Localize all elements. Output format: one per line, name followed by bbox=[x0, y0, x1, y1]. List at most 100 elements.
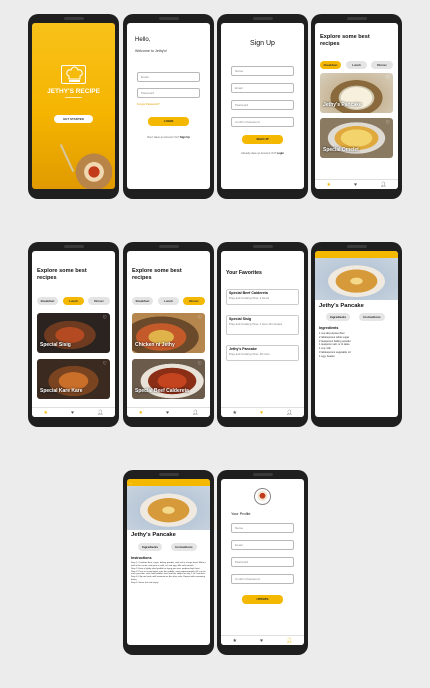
recipe-card-sisig[interactable]: ♡ Special Sisig bbox=[37, 313, 110, 353]
heart-icon[interactable]: ♥ bbox=[260, 410, 263, 416]
phone-notch bbox=[252, 17, 273, 20]
star-icon[interactable]: ★ bbox=[44, 410, 48, 416]
recipe-card-pancake[interactable]: ♡ Jethy's Pancake bbox=[320, 73, 393, 113]
person-icon[interactable]: 👤︎ bbox=[192, 410, 198, 416]
avatar-logo-icon bbox=[254, 488, 271, 505]
password-field[interactable]: Password bbox=[231, 557, 294, 567]
tab-instructions[interactable]: Instructions bbox=[171, 543, 197, 551]
email-field[interactable]: Email bbox=[231, 540, 294, 550]
heart-icon[interactable]: ♡ bbox=[198, 361, 202, 367]
star-icon[interactable]: ★ bbox=[233, 410, 237, 416]
filter-breakfast[interactable]: Breakfast bbox=[37, 297, 58, 305]
star-icon[interactable]: ★ bbox=[139, 410, 143, 416]
phone-explore-lunch: Explore some best recipes Breakfast Lunc… bbox=[28, 242, 119, 427]
get-started-button[interactable]: GET STARTED bbox=[54, 115, 93, 123]
filter-dinner[interactable]: Dinner bbox=[183, 297, 205, 305]
phone-notch bbox=[63, 245, 84, 248]
name-field[interactable]: Name bbox=[231, 523, 294, 533]
phone-signup: Sign Up Name Email Password Confirm Pass… bbox=[217, 14, 308, 199]
bottom-nav: ★ ♥ 👤︎ bbox=[221, 407, 304, 417]
login-screen: Hello, Welcome to Jethy's! Email Passwor… bbox=[127, 23, 210, 189]
filter-lunch[interactable]: Lunch bbox=[158, 297, 179, 305]
favorite-name: Jethy's Pancake bbox=[229, 347, 257, 351]
person-icon[interactable]: 👤︎ bbox=[286, 410, 292, 416]
heart-icon[interactable]: ♥ bbox=[71, 410, 74, 416]
name-field[interactable]: Name bbox=[231, 66, 294, 76]
splash-title: JETHY'S RECIPE bbox=[47, 88, 100, 95]
favorite-detail: Prep and Cooking Time: 2 hours bbox=[229, 296, 270, 300]
recipe-card-caldereta[interactable]: ♡ Special Beef Caldereta bbox=[132, 359, 205, 399]
email-field[interactable]: Email bbox=[231, 83, 294, 93]
recipe-ingredients-screen: Jethy's Pancake Ingredients Instructions… bbox=[315, 251, 398, 417]
recipe-card-chicken[interactable]: ♡ Chicken ni Jethy bbox=[132, 313, 205, 353]
ingredients-heading: Ingredients bbox=[319, 326, 339, 330]
favorite-item[interactable]: Jethy's Pancake Prep and Cooking Time: 3… bbox=[226, 345, 299, 361]
heart-icon[interactable]: ♡ bbox=[386, 120, 390, 126]
heart-icon[interactable]: ♥ bbox=[260, 638, 263, 644]
email-field[interactable]: Email bbox=[137, 72, 200, 82]
phone-profile: Your Profile Name Email Password Confirm… bbox=[217, 470, 308, 655]
person-icon[interactable]: 👤︎ bbox=[286, 638, 292, 644]
phone-recipe-instructions: ← Jethy's Pancake Ingredients Instructio… bbox=[123, 470, 214, 655]
password-field[interactable]: Password bbox=[137, 88, 200, 98]
explore-breakfast-screen: Explore some best recipes Breakfast Lunc… bbox=[315, 23, 398, 189]
phone-favorites: Your Favorites Special Beef Caldereta Pr… bbox=[217, 242, 308, 427]
no-account-label: Don't Have an Account Yet? bbox=[147, 136, 180, 139]
forgot-password-link[interactable]: Forgot Password? bbox=[137, 102, 160, 106]
welcome-text: Welcome to Jethy's! bbox=[135, 49, 167, 53]
phone-notch bbox=[158, 245, 179, 248]
recipe-instructions-screen: ← Jethy's Pancake Ingredients Instructio… bbox=[127, 479, 210, 645]
filter-breakfast[interactable]: Breakfast bbox=[132, 297, 153, 305]
person-icon[interactable]: 👤︎ bbox=[380, 182, 386, 188]
filter-lunch[interactable]: Lunch bbox=[63, 297, 84, 305]
filter-dinner[interactable]: Dinner bbox=[88, 297, 110, 305]
phone-explore-dinner: Explore some best recipes Breakfast Lunc… bbox=[123, 242, 214, 427]
favorite-item[interactable]: Special Sisig Prep and Cooking Time: 1 h… bbox=[226, 315, 299, 335]
password-field[interactable]: Password bbox=[231, 100, 294, 110]
chef-hat-logo-icon bbox=[61, 65, 86, 84]
login-button[interactable]: LOGIN bbox=[148, 117, 189, 126]
heart-icon[interactable]: ♡ bbox=[103, 361, 107, 367]
heart-icon[interactable]: ♡ bbox=[103, 315, 107, 321]
favorites-heading: Your Favorites bbox=[226, 270, 262, 276]
phone-login: Hello, Welcome to Jethy's! Email Passwor… bbox=[123, 14, 214, 199]
filter-dinner[interactable]: Dinner bbox=[371, 61, 393, 69]
recipe-card-karekare[interactable]: ♡ Special Kare Kare bbox=[37, 359, 110, 399]
splash-tagline-line bbox=[65, 97, 82, 98]
signup-title: Sign Up bbox=[250, 40, 275, 47]
back-arrow-icon[interactable]: ← bbox=[129, 480, 133, 485]
update-button[interactable]: UPDATE bbox=[242, 595, 283, 604]
heart-icon[interactable]: ♥ bbox=[354, 182, 357, 188]
tab-ingredients[interactable]: Ingredients bbox=[138, 543, 162, 551]
person-icon[interactable]: 👤︎ bbox=[97, 410, 103, 416]
favorite-item[interactable]: Special Beef Caldereta Prep and Cooking … bbox=[226, 289, 299, 305]
phone-notch bbox=[346, 245, 367, 248]
confirm-password-field[interactable]: Confirm Password bbox=[231, 117, 294, 127]
favorite-name: Special Sisig bbox=[229, 317, 252, 321]
recipe-title: Jethy's Pancake bbox=[131, 532, 176, 538]
star-icon[interactable]: ★ bbox=[233, 638, 237, 644]
top-bar bbox=[315, 251, 398, 258]
star-icon[interactable]: ★ bbox=[327, 182, 331, 188]
filter-breakfast[interactable]: Breakfast bbox=[320, 61, 341, 69]
bottom-nav: ★ ♥ 👤︎ bbox=[315, 179, 398, 189]
confirm-password-field[interactable]: Confirm Password bbox=[231, 574, 294, 584]
heart-icon[interactable]: ♡ bbox=[386, 75, 390, 81]
food-box-image bbox=[72, 151, 112, 189]
recipe-card-title: Special Omelet bbox=[323, 147, 359, 153]
instructions-heading: Instructions bbox=[131, 556, 152, 560]
heart-icon[interactable]: ♥ bbox=[166, 410, 169, 416]
heart-icon[interactable]: ♡ bbox=[198, 315, 202, 321]
login-link[interactable]: Login bbox=[277, 152, 284, 155]
signup-link[interactable]: Sign Up bbox=[180, 136, 190, 139]
recipe-card-omelet[interactable]: ♡ Special Omelet bbox=[320, 118, 393, 158]
phone-notch bbox=[252, 473, 273, 476]
signup-screen: Sign Up Name Email Password Confirm Pass… bbox=[221, 23, 304, 189]
filter-lunch[interactable]: Lunch bbox=[346, 61, 367, 69]
tab-ingredients[interactable]: Ingredients bbox=[326, 313, 350, 321]
signup-button[interactable]: SIGN UP bbox=[242, 135, 283, 144]
recipe-card-title: Special Sisig bbox=[40, 342, 71, 348]
instruction-step: Step 5: Serve hot and enjoy! bbox=[131, 582, 159, 585]
tab-instructions[interactable]: Instructions bbox=[359, 313, 385, 321]
ingredient-item: 1 egg, beaten bbox=[319, 354, 335, 358]
